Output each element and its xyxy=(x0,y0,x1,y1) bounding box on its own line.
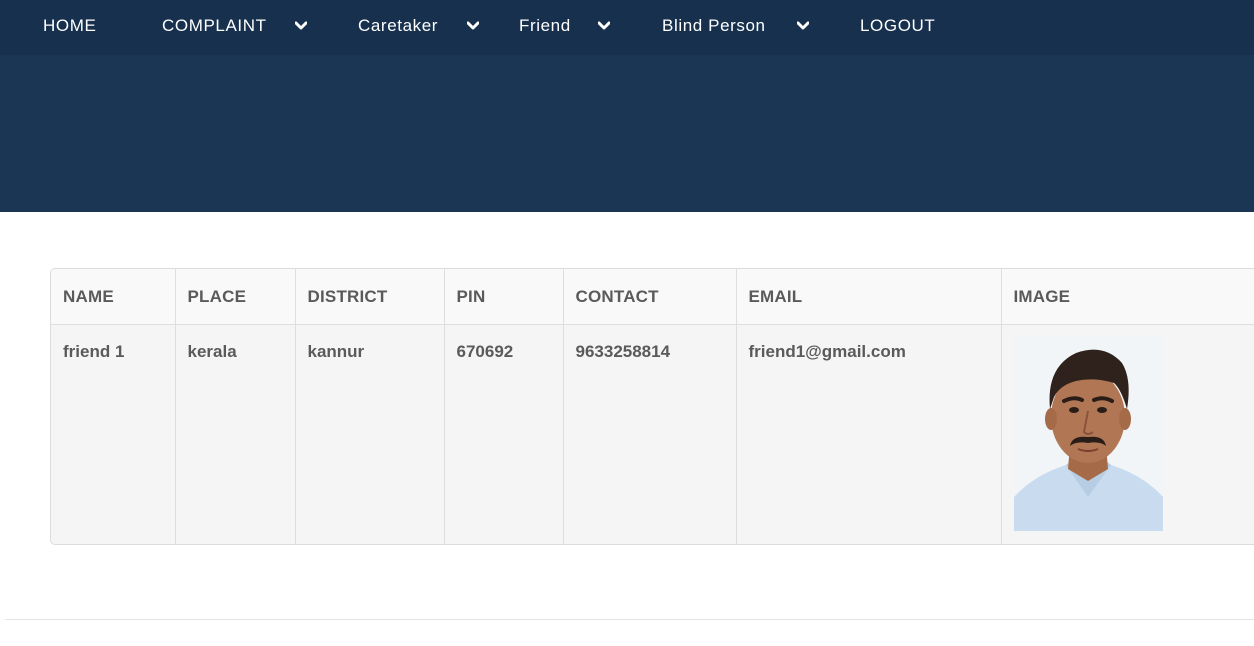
friends-table-container: NAME PLACE DISTRICT PIN CONTACT EMAIL IM… xyxy=(50,268,1254,545)
column-header-place: PLACE xyxy=(175,269,296,325)
chevron-down-icon[interactable] xyxy=(295,21,307,31)
table-header-row: NAME PLACE DISTRICT PIN CONTACT EMAIL IM… xyxy=(51,269,1254,325)
cell-email: friend1@gmail.com xyxy=(736,324,1002,544)
column-header-pin: PIN xyxy=(444,269,564,325)
chevron-down-icon[interactable] xyxy=(797,21,809,31)
column-header-email: EMAIL xyxy=(736,269,1002,325)
nav-caretaker[interactable]: Caretaker xyxy=(358,0,438,55)
column-header-contact: CONTACT xyxy=(563,269,737,325)
nav-home[interactable]: HOME xyxy=(43,0,96,55)
nav-friend[interactable]: Friend xyxy=(519,0,571,55)
profile-photo xyxy=(1013,337,1163,531)
column-header-image: IMAGE xyxy=(1001,269,1254,325)
header-banner xyxy=(0,55,1254,212)
chevron-down-icon[interactable] xyxy=(598,21,610,31)
friends-table: NAME PLACE DISTRICT PIN CONTACT EMAIL IM… xyxy=(51,269,1254,544)
footer-divider xyxy=(5,619,1254,620)
cell-district: kannur xyxy=(295,324,445,544)
nav-complaint[interactable]: COMPLAINT xyxy=(162,0,267,55)
cell-contact: 9633258814 xyxy=(563,324,737,544)
cell-name: friend 1 xyxy=(51,324,176,544)
cell-place: kerala xyxy=(175,324,296,544)
table-row: friend 1 kerala kannur 670692 9633258814… xyxy=(51,324,1254,544)
column-header-district: DISTRICT xyxy=(295,269,445,325)
nav-logout[interactable]: LOGOUT xyxy=(860,0,935,55)
chevron-down-icon[interactable] xyxy=(467,21,479,31)
top-navigation: HOME COMPLAINT Caretaker Friend Blind Pe… xyxy=(0,0,1254,55)
column-header-name: NAME xyxy=(51,269,176,325)
cell-pin: 670692 xyxy=(444,324,564,544)
cell-image xyxy=(1001,325,1254,544)
nav-blind-person[interactable]: Blind Person xyxy=(662,0,766,55)
